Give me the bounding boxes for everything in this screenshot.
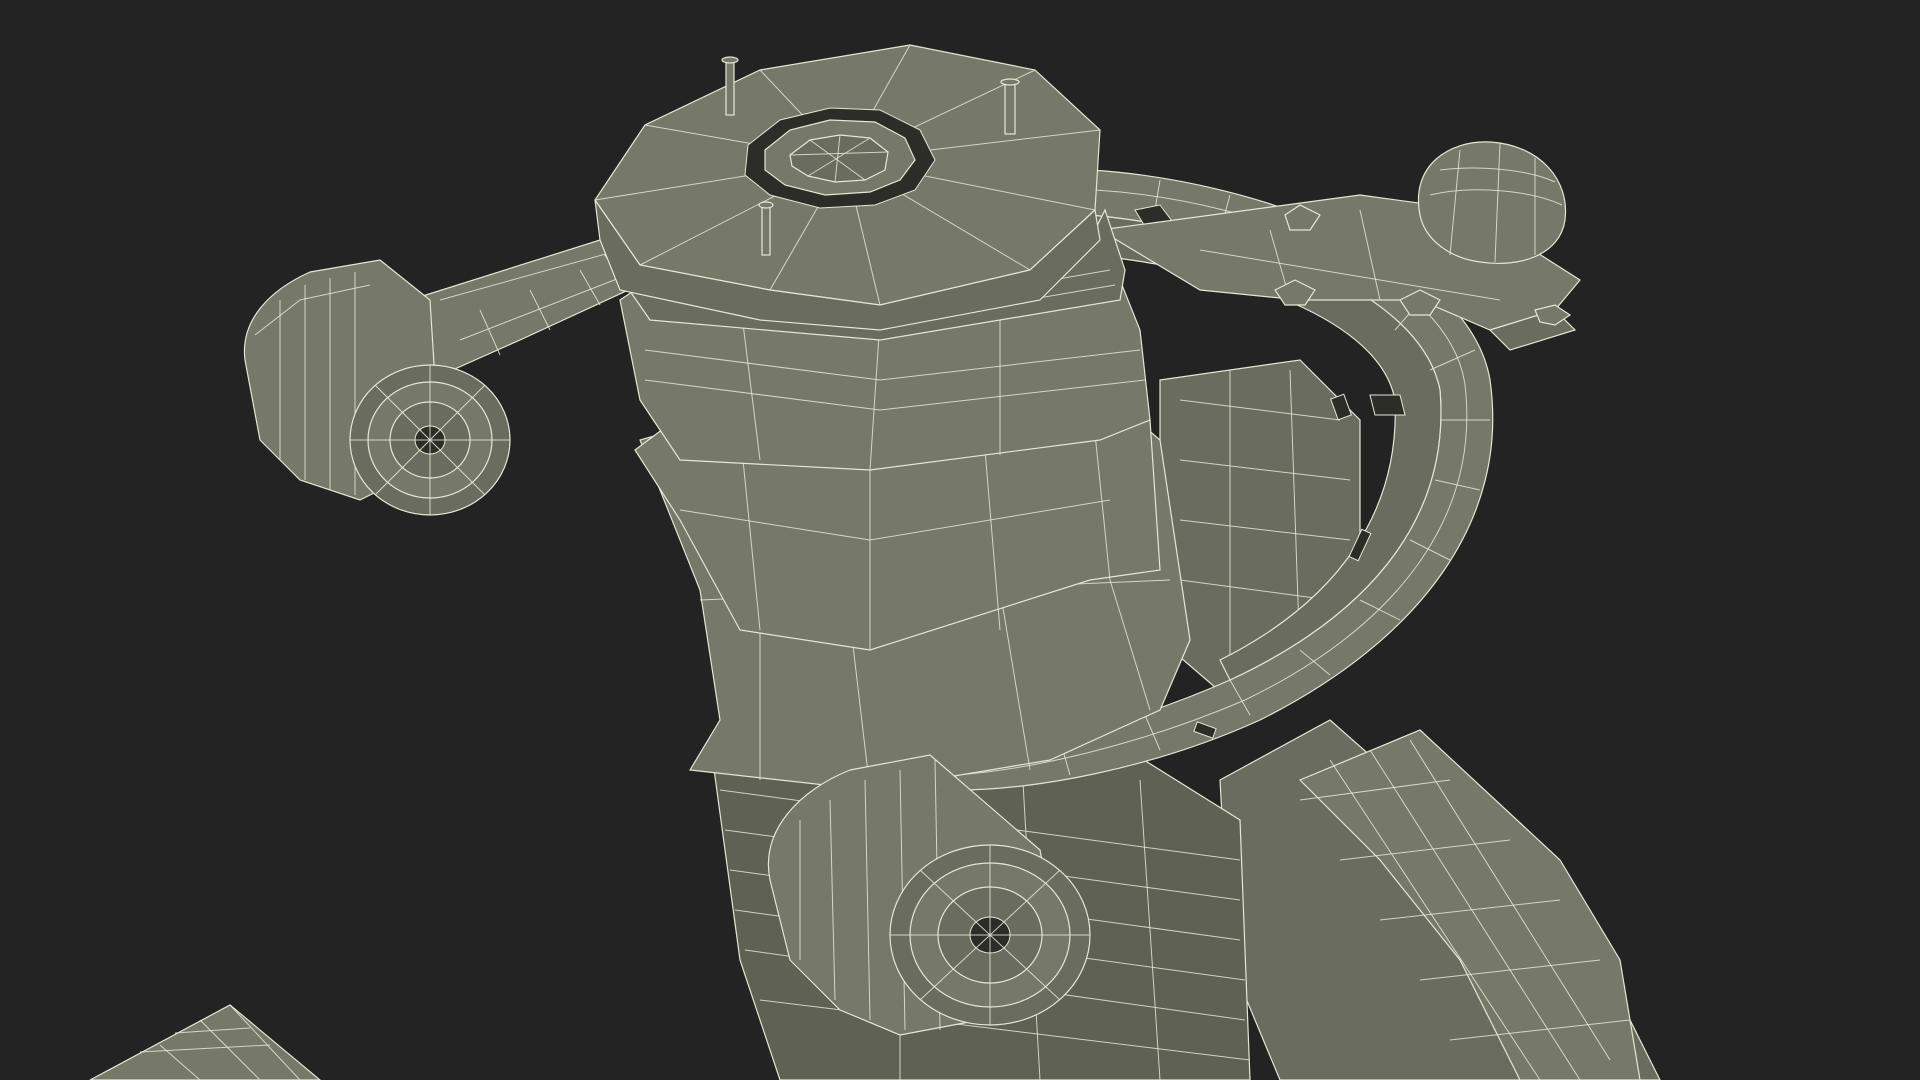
spherical-knob [1417,141,1567,264]
wireframe-viewport [0,0,1920,1080]
wireframe-render [89,44,1661,1080]
corner-plate [89,1004,321,1080]
cylinder-top [594,44,1101,331]
support-arm [1219,719,1661,1080]
